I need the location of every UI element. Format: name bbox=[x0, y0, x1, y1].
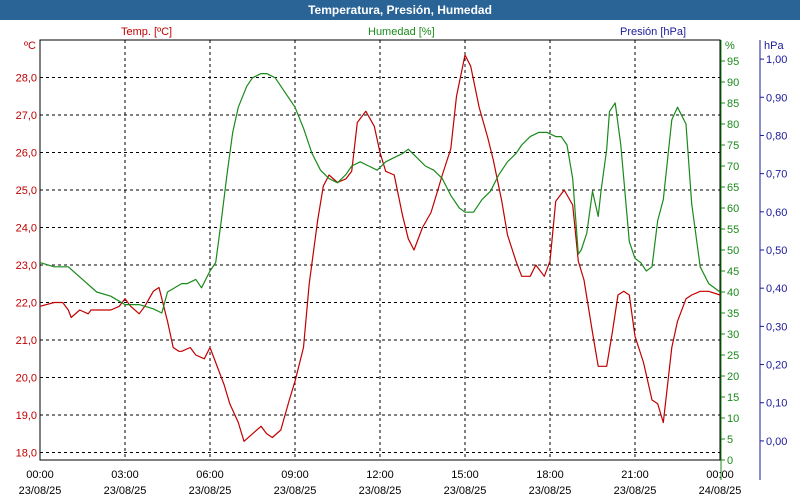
pressure-tick-label: 0,80 bbox=[766, 130, 787, 142]
x-tick-date: 23/08/25 bbox=[189, 485, 232, 497]
x-tick-time: 00:00 bbox=[26, 469, 54, 481]
x-tick-time: 15:00 bbox=[451, 469, 479, 481]
x-tick-date: 23/08/25 bbox=[614, 485, 657, 497]
temp-tick-label: 24,0 bbox=[16, 223, 37, 235]
humidity-series-label: Humedad [%] bbox=[368, 26, 435, 38]
x-tick-time: 18:00 bbox=[536, 469, 564, 481]
pressure-tick-label: 0,20 bbox=[766, 360, 787, 372]
x-tick-time: 03:00 bbox=[111, 469, 139, 481]
x-tick-date: 23/08/25 bbox=[19, 485, 62, 497]
pressure-tick-label: 0,40 bbox=[766, 283, 787, 295]
x-tick-date: 23/08/25 bbox=[444, 485, 487, 497]
temp-tick-label: 25,0 bbox=[16, 185, 37, 197]
temp-tick-label: 20,0 bbox=[16, 373, 37, 385]
pressure-tick-label: 0,60 bbox=[766, 207, 787, 219]
x-tick-date: 24/08/25 bbox=[699, 485, 742, 497]
pressure-tick-label: 0,50 bbox=[766, 245, 787, 257]
x-tick-date: 23/08/25 bbox=[529, 485, 572, 497]
temp-unit-label: ºC bbox=[24, 40, 36, 52]
pressure-series-label: Presión [hPa] bbox=[620, 26, 687, 38]
humidity-tick-label: 35 bbox=[727, 308, 739, 320]
temp-series-label: Temp. [ºC] bbox=[121, 26, 173, 38]
humidity-tick-label: 55 bbox=[727, 224, 739, 236]
humidity-tick-label: 95 bbox=[727, 56, 739, 68]
humidity-tick-label: 45 bbox=[727, 266, 739, 278]
humidity-tick-label: 90 bbox=[727, 77, 739, 89]
x-tick-date: 23/08/25 bbox=[274, 485, 317, 497]
humidity-tick-label: 70 bbox=[727, 161, 739, 173]
temp-tick-label: 18,0 bbox=[16, 448, 37, 460]
chart-plot: 00:00 23/08/25 03:00 23/08/25 06:00 23/08/25 0… bbox=[16, 39, 787, 497]
pressure-tick-label: 0,10 bbox=[766, 398, 787, 410]
temp-tick-label: 23,0 bbox=[16, 260, 37, 272]
humidity-tick-label: 10 bbox=[727, 413, 739, 425]
humidity-tick-label: 80 bbox=[727, 119, 739, 131]
x-tick-date: 23/08/25 bbox=[104, 485, 147, 497]
pressure-tick-label: 0,00 bbox=[766, 436, 787, 448]
pressure-tick-label: 0,90 bbox=[766, 92, 787, 104]
humidity-tick-label: 60 bbox=[727, 203, 739, 215]
humidity-tick-label: 20 bbox=[727, 371, 739, 383]
x-tick-date: 23/08/25 bbox=[359, 485, 402, 497]
x-tick-time: 09:00 bbox=[281, 469, 309, 481]
temp-tick-label: 26,0 bbox=[16, 148, 37, 160]
pressure-tick-label: 1,00 bbox=[766, 54, 787, 66]
humidity-tick-label: 50 bbox=[727, 245, 739, 257]
chart-title: Temperatura, Presión, Humedad bbox=[0, 0, 800, 20]
humidity-tick-label: 75 bbox=[727, 140, 739, 152]
temp-tick-label: 19,0 bbox=[16, 410, 37, 422]
temp-tick-label: 28,0 bbox=[16, 73, 37, 85]
humidity-tick-label: 40 bbox=[727, 287, 739, 299]
humidity-tick-label: 85 bbox=[727, 98, 739, 110]
humidity-tick-label: 30 bbox=[727, 329, 739, 341]
x-tick-time: 12:00 bbox=[366, 469, 394, 481]
pressure-unit-label: hPa bbox=[764, 40, 784, 52]
x-tick-time: 06:00 bbox=[196, 469, 224, 481]
temp-tick-label: 22,0 bbox=[16, 298, 37, 310]
humidity-tick-label: 5 bbox=[727, 434, 733, 446]
x-tick-time: 00:00 bbox=[706, 469, 734, 481]
pressure-tick-label: 0,30 bbox=[766, 321, 787, 333]
pressure-tick-label: 0,70 bbox=[766, 169, 787, 181]
humidity-tick-label: 25 bbox=[727, 350, 739, 362]
humidity-tick-label: 0 bbox=[727, 455, 733, 467]
temp-tick-label: 21,0 bbox=[16, 335, 37, 347]
humidity-tick-label: 15 bbox=[727, 392, 739, 404]
humidity-unit-label: % bbox=[725, 40, 735, 52]
temp-tick-label: 27,0 bbox=[16, 110, 37, 122]
x-tick-time: 21:00 bbox=[621, 469, 649, 481]
humidity-tick-label: 65 bbox=[727, 182, 739, 194]
